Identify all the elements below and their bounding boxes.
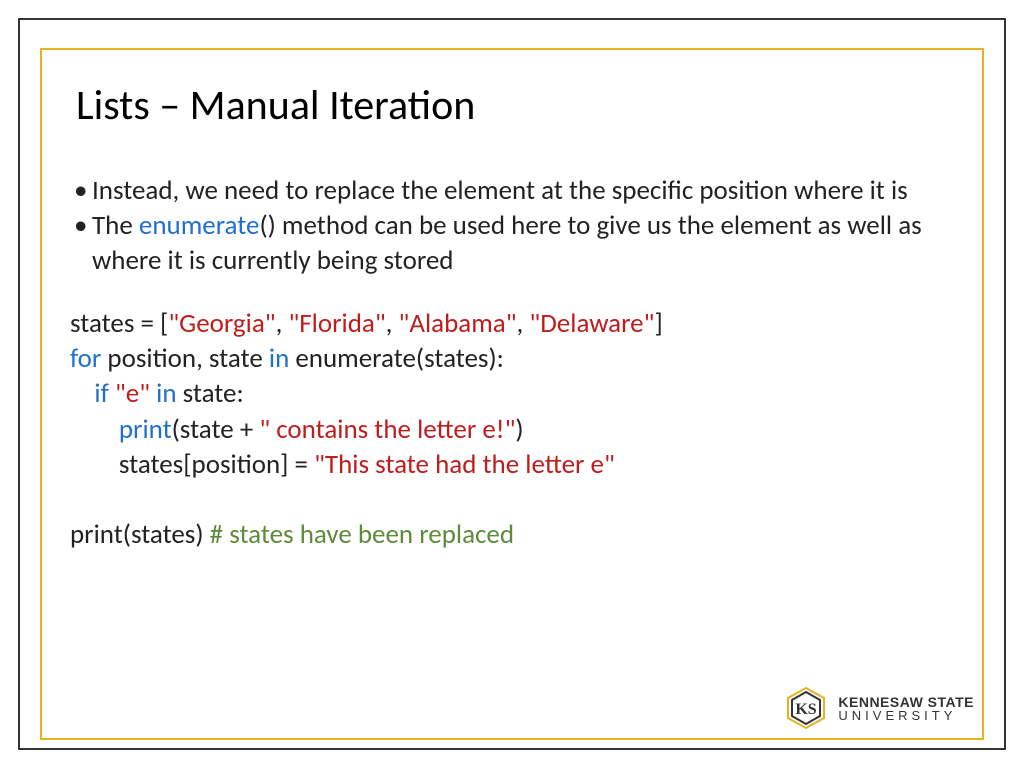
slide-title: Lists – Manual Iteration [76, 80, 964, 131]
keyword-enumerate: enumerate [139, 209, 260, 242]
logo-line2: UNIVERSITY [838, 709, 974, 722]
code-text: , [517, 307, 530, 340]
code-text: position, state [101, 342, 269, 375]
code-text: state: [177, 377, 244, 410]
string-literal: " contains the letter e!" [259, 413, 515, 446]
code-text: states[position] = [119, 448, 314, 481]
code-text [70, 448, 119, 481]
code-text: ) [515, 413, 523, 446]
string-literal: "This state had the letter e" [314, 448, 615, 481]
ksu-logo-icon: KS [784, 686, 828, 730]
keyword: in [156, 377, 176, 410]
code-text: , [276, 307, 289, 340]
slide-content: Lists – Manual Iteration Instead, we nee… [76, 80, 964, 552]
code-text: (state + [172, 413, 260, 446]
string-literal: "Florida" [288, 307, 385, 340]
keyword: in [269, 342, 289, 375]
string-literal: "e" [115, 377, 156, 410]
bullet-item: The enumerate() method can be used here … [76, 208, 964, 278]
string-literal: "Alabama" [399, 307, 517, 340]
logo-text: KENNESAW STATE UNIVERSITY [838, 695, 974, 722]
code-text [70, 377, 94, 410]
bullet-item: Instead, we need to replace the element … [76, 173, 964, 208]
svg-text:KS: KS [796, 701, 817, 718]
comment: # states have been replaced [210, 518, 514, 551]
code-text [70, 413, 119, 446]
code-text: ] [654, 307, 662, 340]
keyword: if [94, 377, 115, 410]
bullet-text: The [92, 209, 139, 242]
code-text: print(states) [70, 518, 210, 551]
keyword: print [119, 413, 172, 446]
code-block: states = ["Georgia", "Florida", "Alabama… [70, 306, 964, 552]
bullet-list: Instead, we need to replace the element … [76, 173, 964, 278]
code-text: states = [ [70, 307, 168, 340]
keyword: for [70, 342, 101, 375]
code-text: , [386, 307, 399, 340]
logo-line1: KENNESAW STATE [838, 695, 974, 709]
bullet-text: Instead, we need to replace the element … [92, 174, 908, 207]
code-text: enumerate(states): [289, 342, 504, 375]
university-logo: KS KENNESAW STATE UNIVERSITY [784, 686, 974, 730]
string-literal: "Delaware" [529, 307, 654, 340]
string-literal: "Georgia" [168, 307, 275, 340]
